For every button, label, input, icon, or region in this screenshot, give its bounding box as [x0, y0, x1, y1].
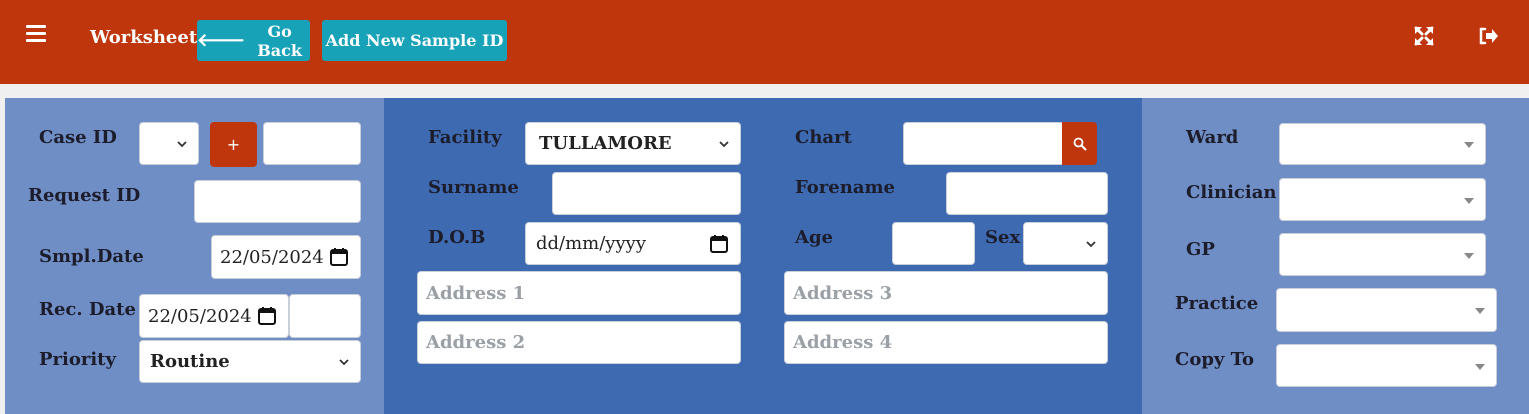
ward-select[interactable] — [1279, 123, 1486, 165]
copy-to-select[interactable] — [1276, 344, 1497, 387]
chart-input[interactable] — [903, 122, 1063, 165]
menu-icon[interactable] — [26, 25, 46, 43]
case-id-label: Case ID — [39, 127, 117, 148]
chevron-down-icon — [177, 140, 187, 147]
sex-select[interactable] — [1023, 222, 1108, 265]
fullscreen-icon[interactable] — [1412, 24, 1436, 48]
address-1-input[interactable]: Address 1 — [417, 271, 741, 315]
go-back-label: Go Back — [257, 21, 302, 60]
rec-date-label: Rec. Date — [39, 299, 136, 320]
priority-label: Priority — [39, 349, 116, 370]
arrow-left-icon: 🡐 — [197, 30, 246, 51]
dropdown-arrow-icon — [1464, 252, 1474, 259]
clinician-label: Clinician — [1186, 182, 1277, 203]
clinical-panel: Ward Clinician GP Practice Copy To — [1142, 98, 1529, 414]
copy-to-label: Copy To — [1175, 349, 1254, 370]
gp-label: GP — [1186, 239, 1215, 260]
facility-label: Facility — [428, 127, 502, 148]
dropdown-arrow-icon — [1475, 363, 1485, 370]
header-spacer — [0, 84, 1529, 98]
forename-input[interactable] — [946, 172, 1108, 215]
dropdown-arrow-icon — [1464, 142, 1474, 148]
forename-label: Forename — [795, 177, 895, 198]
chart-label: Chart — [795, 127, 852, 148]
go-back-button[interactable]: 🡐 Go Back — [197, 20, 310, 61]
logout-icon[interactable] — [1476, 24, 1500, 48]
rec-time-input[interactable] — [289, 294, 361, 338]
gp-select[interactable] — [1279, 233, 1486, 276]
case-id-input[interactable] — [263, 122, 361, 165]
address-2-input[interactable]: Address 2 — [417, 321, 741, 364]
dob-label: D.O.B — [428, 227, 486, 248]
address-4-input[interactable]: Address 4 — [784, 321, 1108, 364]
surname-label: Surname — [428, 177, 519, 198]
add-case-button[interactable]: + — [210, 122, 257, 167]
calendar-icon[interactable] — [329, 247, 349, 267]
smpl-date-input[interactable]: 22/05/2024 — [211, 235, 361, 279]
dropdown-arrow-icon — [1464, 197, 1474, 204]
ward-label: Ward — [1186, 127, 1239, 148]
age-label: Age — [795, 227, 834, 248]
priority-select[interactable]: Routine — [139, 340, 361, 383]
chart-search-button[interactable] — [1062, 122, 1097, 165]
practice-select[interactable] — [1276, 288, 1497, 332]
case-panel: Case ID + Request ID Smpl.Date 22/05/202… — [5, 98, 384, 414]
chevron-down-icon — [719, 140, 729, 147]
page-title: Worksheet — [90, 27, 198, 48]
case-id-select[interactable] — [139, 122, 199, 165]
practice-label: Practice — [1175, 293, 1259, 314]
sex-label: Sex — [985, 227, 1021, 248]
address-3-input[interactable]: Address 3 — [784, 271, 1108, 315]
chevron-down-icon — [1086, 240, 1096, 247]
clinician-select[interactable] — [1279, 178, 1486, 221]
facility-select[interactable]: TULLAMORE — [525, 122, 741, 165]
search-icon — [1073, 137, 1086, 150]
dob-input[interactable]: dd/mm/yyyy — [525, 222, 741, 265]
surname-input[interactable] — [552, 172, 741, 215]
smpl-date-label: Smpl.Date — [39, 246, 144, 267]
request-id-label: Request ID — [28, 185, 141, 206]
request-id-input[interactable] — [194, 180, 361, 223]
calendar-icon[interactable] — [257, 306, 277, 326]
add-new-sample-id-button[interactable]: Add New Sample ID — [322, 20, 507, 61]
age-input[interactable] — [892, 222, 975, 265]
rec-date-input[interactable]: 22/05/2024 — [139, 294, 289, 338]
chevron-down-icon — [339, 358, 349, 365]
patient-panel: Facility TULLAMORE Surname D.O.B dd/mm/y… — [384, 98, 1142, 414]
calendar-icon[interactable] — [709, 234, 729, 254]
dropdown-arrow-icon — [1475, 308, 1485, 314]
top-bar: Worksheet 🡐 Go Back Add New Sample ID — [0, 0, 1529, 84]
add-new-sample-id-label: Add New Sample ID — [325, 31, 504, 50]
